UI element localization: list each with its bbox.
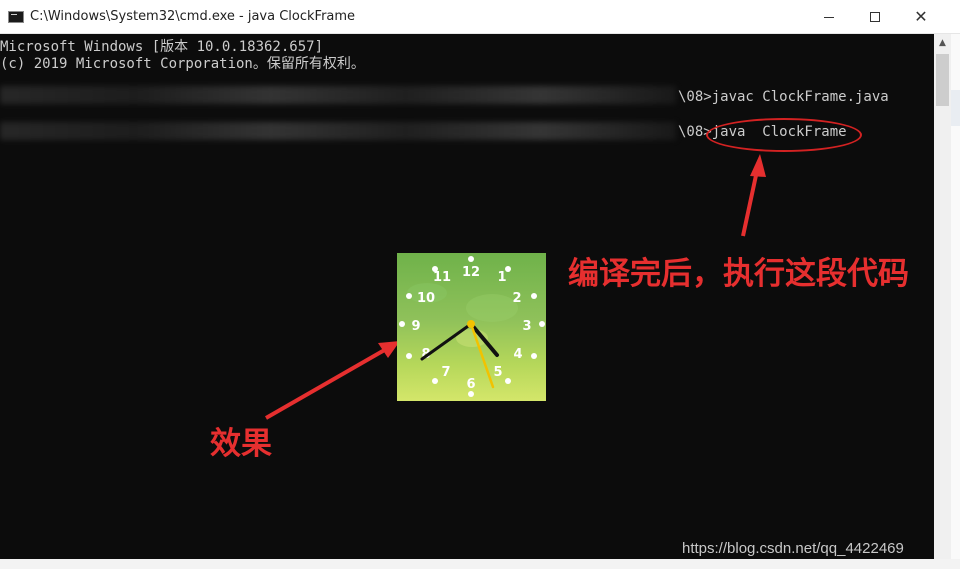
clock-dot [531,293,537,299]
annotation-effect-label: 效果 [210,426,272,462]
highlight-ellipse [706,118,862,152]
console-line-copyright: (c) 2019 Microsoft Corporation。保留所有权利。 [0,56,365,72]
clock-number-6: 6 [466,377,475,392]
clock-number-1: 1 [497,270,506,285]
analog-clock: 12 1 2 3 4 5 6 7 8 9 10 11 [399,256,545,397]
close-icon: ✕ [914,7,928,26]
clock-number-7: 7 [441,365,450,380]
minimize-button[interactable] [806,0,852,34]
redacted-path-2 [0,122,676,140]
arrow-to-clock [265,346,389,420]
clock-number-5: 5 [493,365,502,380]
console-command-javac: \08>javac ClockFrame.java [678,89,889,105]
close-button[interactable]: ✕ [898,0,944,34]
arrow-to-command-head [750,154,766,177]
arrow-to-command [741,165,760,237]
clock-number-2: 2 [512,291,521,306]
minimize-icon [824,16,834,18]
clock-dot [406,353,412,359]
title-bar: C:\Windows\System32\cmd.exe - java Clock… [0,0,960,34]
clock-dot [399,321,405,327]
maximize-icon [870,12,880,22]
redacted-path-1 [0,86,676,104]
console-output[interactable]: Microsoft Windows [版本 10.0.18362.657] (c… [0,34,934,559]
clock-dot [468,256,474,262]
clock-number-11: 11 [433,270,451,285]
clock-number-10: 10 [417,291,435,306]
clock-number-4: 4 [513,347,522,362]
window-title: C:\Windows\System32\cmd.exe - java Clock… [30,9,356,24]
annotation-run-note: 编译完后，执行这段代码 [568,256,909,292]
clock-number-12: 12 [462,265,480,280]
clock-frame: 12 1 2 3 4 5 6 7 8 9 10 11 [397,253,546,401]
background-window-strip [951,34,960,569]
clock-dot [531,353,537,359]
maximize-button[interactable] [852,0,898,34]
scroll-thumb[interactable] [936,54,949,106]
clock-dot [539,321,545,327]
background-window-panel [951,90,960,126]
watermark: https://blog.csdn.net/qq_4422469 [682,540,904,557]
clock-dot [432,378,438,384]
vertical-scrollbar[interactable]: ▲ [934,34,951,559]
clock-center-pin [467,320,475,328]
clock-number-3: 3 [522,319,531,334]
cmd-icon [8,11,24,23]
bottom-border [0,559,960,569]
scroll-up-button[interactable]: ▲ [934,34,951,51]
clock-dot [406,293,412,299]
chevron-up-icon: ▲ [939,37,946,48]
clock-number-9: 9 [411,319,420,334]
clock-dot [505,378,511,384]
